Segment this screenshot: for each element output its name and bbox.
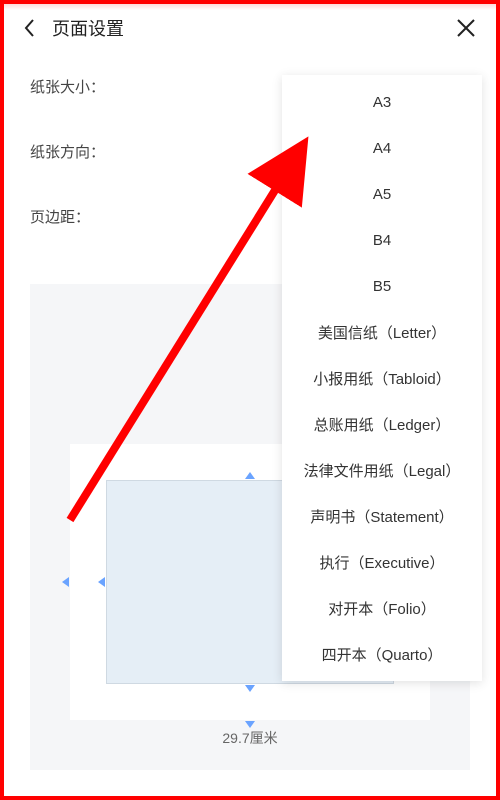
paper-size-option[interactable]: 法律文件用纸（Legal） bbox=[282, 447, 482, 493]
paper-size-option[interactable]: 声明书（Statement） bbox=[282, 493, 482, 539]
margin-handle-top[interactable] bbox=[245, 472, 255, 479]
paper-size-option[interactable]: A3 bbox=[282, 79, 482, 125]
page-handle-bottom[interactable] bbox=[245, 721, 255, 728]
paper-height-label: 29.7厘米 bbox=[30, 728, 470, 748]
paper-size-option[interactable]: 四开本（Quarto） bbox=[282, 631, 482, 677]
header: 页面设置 bbox=[0, 0, 500, 56]
page-handle-left[interactable] bbox=[62, 577, 69, 587]
close-button[interactable] bbox=[452, 14, 480, 42]
paper-size-option[interactable]: 总账用纸（Ledger） bbox=[282, 401, 482, 447]
paper-size-option[interactable]: 美国信纸（Letter） bbox=[282, 309, 482, 355]
watermark: Baidu经验 bbox=[413, 769, 488, 790]
paper-size-option[interactable]: 对开本（Folio） bbox=[282, 585, 482, 631]
paper-size-option[interactable]: 小报用纸（Tabloid） bbox=[282, 355, 482, 401]
paper-size-dropdown: A3A4A5B4B5美国信纸（Letter）小报用纸（Tabloid）总账用纸（… bbox=[282, 75, 482, 681]
paper-size-option[interactable]: A5 bbox=[282, 171, 482, 217]
margin-handle-left[interactable] bbox=[98, 577, 105, 587]
paper-size-option[interactable]: 执行（Executive） bbox=[282, 539, 482, 585]
margin-handle-bottom[interactable] bbox=[245, 685, 255, 692]
back-button[interactable] bbox=[16, 14, 44, 42]
page-title: 页面设置 bbox=[52, 15, 124, 41]
paper-size-option[interactable]: B4 bbox=[282, 217, 482, 263]
paper-size-option[interactable]: B5 bbox=[282, 263, 482, 309]
paper-size-option[interactable]: A4 bbox=[282, 125, 482, 171]
